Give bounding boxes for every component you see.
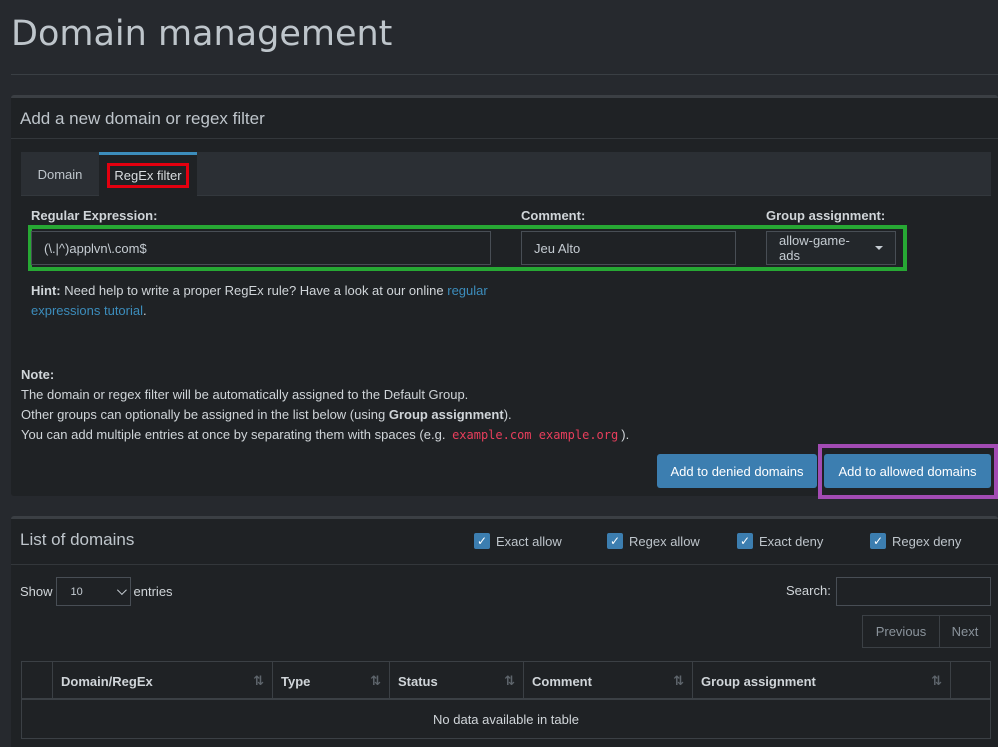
add-denied-button[interactable]: Add to denied domains bbox=[657, 454, 817, 488]
filter-regex-deny[interactable]: ✓ Regex deny bbox=[870, 533, 961, 549]
tab-regex-filter[interactable]: RegEx filter bbox=[99, 152, 197, 196]
filter-regex-allow-label: Regex allow bbox=[629, 533, 700, 549]
add-box-title: Add a new domain or regex filter bbox=[11, 98, 998, 139]
filter-exact-deny-label: Exact deny bbox=[759, 533, 824, 549]
filter-regex-allow[interactable]: ✓ Regex allow bbox=[607, 533, 700, 549]
col-group[interactable]: Group assignment ⇅ bbox=[693, 662, 951, 700]
hint-end: . bbox=[143, 303, 147, 318]
col-status-label: Status bbox=[398, 673, 438, 689]
note-line-2-a: Other groups can optionally be assigned … bbox=[21, 407, 389, 422]
search-label: Search: bbox=[786, 583, 831, 598]
regex-label: Regular Expression: bbox=[31, 208, 158, 223]
note-line-2-b: Group assignment bbox=[388, 407, 504, 422]
checkbox-checked-icon[interactable]: ✓ bbox=[737, 533, 753, 549]
comment-label: Comment: bbox=[521, 208, 586, 223]
col-domain-label: Domain/RegEx bbox=[61, 673, 153, 689]
sort-icon: ⇅ bbox=[253, 673, 264, 688]
filter-exact-allow-label: Exact allow bbox=[496, 533, 562, 549]
add-domain-box: Add a new domain or regex filter Domain … bbox=[11, 95, 998, 499]
next-button[interactable]: Next bbox=[939, 615, 991, 648]
col-type[interactable]: Type ⇅ bbox=[273, 662, 390, 700]
checkbox-checked-icon[interactable]: ✓ bbox=[607, 533, 623, 549]
filter-exact-allow[interactable]: ✓ Exact allow bbox=[474, 533, 562, 549]
sort-icon: ⇅ bbox=[673, 673, 684, 688]
entries-label: entries bbox=[133, 584, 173, 599]
note-line-2-c: ). bbox=[503, 407, 512, 422]
filter-exact-deny[interactable]: ✓ Exact deny bbox=[737, 533, 823, 549]
comment-input[interactable]: Jeu Alto bbox=[521, 231, 736, 265]
table-header: Domain/RegEx ⇅ Type ⇅ Status ⇅ Comment ⇅… bbox=[22, 662, 990, 700]
add-allowed-button[interactable]: Add to allowed domains bbox=[824, 454, 991, 488]
chevron-down-icon bbox=[116, 585, 127, 596]
previous-button[interactable]: Previous bbox=[862, 615, 940, 648]
title-divider bbox=[11, 74, 998, 75]
regex-input[interactable]: (\.|^)applvn\.com$ bbox=[31, 231, 491, 265]
note-line-1: The domain or regex filter will be autom… bbox=[21, 387, 469, 402]
list-title: List of domains bbox=[20, 530, 135, 549]
col-status[interactable]: Status ⇅ bbox=[390, 662, 524, 700]
group-select-value: allow-game-ads bbox=[779, 233, 850, 263]
hint-label: Hint: bbox=[31, 283, 61, 298]
domain-list-box: List of domains ✓ Exact allow ✓ Regex al… bbox=[11, 516, 998, 747]
note-line-2: Other groups can optionally be assigned … bbox=[21, 405, 629, 425]
note-line-3-c: ). bbox=[621, 427, 630, 442]
tab-regex-label: RegEx filter bbox=[107, 163, 189, 188]
sort-icon: ⇅ bbox=[504, 673, 515, 688]
sort-icon: ⇅ bbox=[370, 673, 381, 688]
note-title: Note: bbox=[21, 367, 55, 382]
filter-regex-deny-label: Regex deny bbox=[892, 533, 962, 549]
tab-bar: Domain RegEx filter bbox=[21, 152, 991, 196]
tab-domain-label: Domain bbox=[37, 166, 83, 182]
note-code: example.com example.org bbox=[452, 428, 619, 442]
col-comment-label: Comment bbox=[532, 673, 592, 689]
sort-icon: ⇅ bbox=[931, 673, 942, 688]
tab-domain[interactable]: Domain bbox=[21, 152, 99, 196]
checkbox-checked-icon[interactable]: ✓ bbox=[870, 533, 886, 549]
note-block: Note: The domain or regex filter will be… bbox=[21, 365, 629, 445]
col-domain[interactable]: Domain/RegEx ⇅ bbox=[53, 662, 273, 700]
hint-text: Hint: Need help to write a proper RegEx … bbox=[31, 281, 511, 321]
col-actions bbox=[951, 662, 991, 700]
col-select[interactable] bbox=[22, 662, 53, 700]
hint-body: Need help to write a proper RegEx rule? … bbox=[60, 283, 448, 298]
page-title: Domain management bbox=[11, 14, 393, 54]
empty-row: No data available in table bbox=[433, 711, 579, 727]
show-label: Show bbox=[20, 584, 53, 599]
checkbox-checked-icon[interactable]: ✓ bbox=[474, 533, 490, 549]
search-input[interactable] bbox=[836, 577, 991, 606]
note-line-3: You can add multiple entries at once by … bbox=[21, 425, 629, 445]
group-select[interactable]: allow-game-ads bbox=[766, 231, 896, 265]
group-label: Group assignment: bbox=[766, 208, 886, 223]
entries-value: 10 bbox=[70, 585, 83, 598]
show-entries: Show 10 entries bbox=[20, 577, 173, 606]
entries-select[interactable]: 10 bbox=[55, 577, 131, 606]
domains-table: Domain/RegEx ⇅ Type ⇅ Status ⇅ Comment ⇅… bbox=[21, 661, 991, 739]
col-comment[interactable]: Comment ⇅ bbox=[524, 662, 693, 700]
col-type-label: Type bbox=[281, 673, 311, 689]
note-line-3-a: You can add multiple entries at once by … bbox=[21, 427, 450, 442]
col-group-label: Group assignment bbox=[701, 673, 816, 689]
caret-down-icon bbox=[875, 246, 883, 250]
